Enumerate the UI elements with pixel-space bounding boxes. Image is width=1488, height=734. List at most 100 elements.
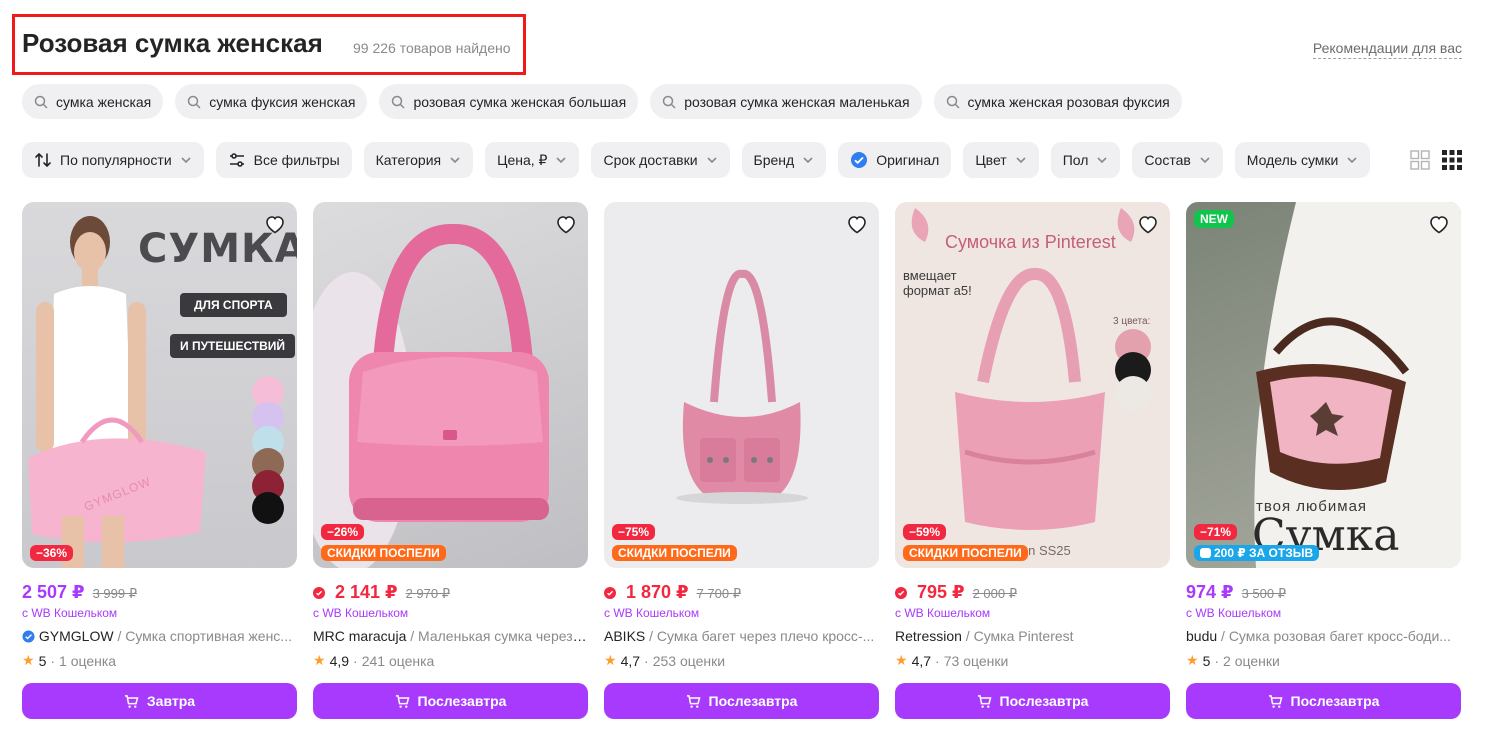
- cart-icon: [124, 694, 139, 708]
- wallet-note: с WB Кошельком: [895, 606, 991, 620]
- product-title: / Сумка спортивная женс...: [113, 628, 292, 644]
- brand-filter[interactable]: Бренд: [741, 142, 827, 178]
- promo-badge: СКИДКИ ПОСПЕЛИ: [903, 545, 1028, 561]
- all-filters-label: Все фильтры: [253, 152, 340, 168]
- product-card[interactable]: −75% СКИДКИ ПОСПЕЛИ 1 870 ₽ 7 700 ₽ с WB…: [604, 202, 879, 719]
- bag-model-filter[interactable]: Модель сумки: [1234, 142, 1371, 178]
- delivery-label: Послезавтра: [999, 693, 1089, 709]
- product-photo: [676, 269, 808, 504]
- filter-label: Оригинал: [876, 152, 940, 168]
- image-note: 3 цвета:: [1113, 316, 1151, 327]
- price-row: 974 ₽ 3 500 ₽: [1186, 582, 1461, 604]
- discount-badge: −36%: [30, 545, 74, 561]
- add-to-cart-button[interactable]: Послезавтра: [895, 683, 1170, 719]
- star-icon: ★: [313, 652, 326, 668]
- heart-icon[interactable]: [263, 212, 287, 236]
- separator-dot: ·: [935, 652, 940, 669]
- delivery-filter[interactable]: Срок доставки: [591, 142, 730, 178]
- filter-label: Пол: [1062, 152, 1089, 168]
- price-row: 2 141 ₽ 2 970 ₽: [313, 582, 588, 604]
- old-price: 7 700 ₽: [696, 586, 741, 601]
- separator-dot: ·: [353, 652, 358, 669]
- heart-icon[interactable]: [1136, 212, 1160, 236]
- sort-icon: [35, 153, 51, 167]
- product-name[interactable]: ABIKS / Сумка багет через плечо кросс-..…: [604, 628, 879, 644]
- wallet-note: с WB Кошельком: [313, 606, 409, 620]
- verified-badge-icon: [22, 630, 35, 643]
- product-card[interactable]: твоя любимая Сумка NEW −71% 200 ₽ ЗА ОТЗ…: [1186, 202, 1461, 719]
- search-icon: [188, 95, 201, 109]
- product-title: / Сумка Pinterest: [961, 628, 1074, 644]
- heart-icon[interactable]: [554, 212, 578, 236]
- sort-dropdown[interactable]: По популярности: [22, 142, 204, 178]
- delivery-label: Завтра: [146, 693, 196, 709]
- results-count: 99 226 товаров найдено: [353, 40, 511, 56]
- product-name[interactable]: MRC maracuja / Маленькая сумка через ...: [313, 628, 588, 644]
- composition-filter[interactable]: Состав: [1132, 142, 1223, 178]
- rating-value: 4,7: [620, 652, 641, 669]
- product-image[interactable]: СУМКА ДЛЯ СПОРТА И ПУТЕШЕСТВИЙ GYMGLOW −…: [22, 202, 297, 568]
- grid-small-icon[interactable]: [1442, 150, 1462, 170]
- product-photo: [895, 202, 1170, 568]
- filter-label: Срок доставки: [603, 152, 698, 168]
- wallet-badge-icon: [313, 587, 325, 599]
- suggestion-chip[interactable]: сумка фуксия женская: [175, 84, 368, 119]
- brand-name: GYMGLOW: [38, 628, 114, 644]
- suggestion-chip[interactable]: сумка женская: [22, 84, 164, 119]
- add-to-cart-button[interactable]: Послезавтра: [604, 683, 879, 719]
- rating: ★ 4,7 · 253 оценки: [604, 652, 879, 669]
- rating: ★ 4,9 · 241 оценка: [313, 652, 588, 669]
- color-filter[interactable]: Цвет: [963, 142, 1039, 178]
- product-image[interactable]: −26% СКИДКИ ПОСПЕЛИ: [313, 202, 588, 568]
- suggestion-chip[interactable]: розовая сумка женская маленькая: [650, 84, 922, 119]
- product-image[interactable]: −75% СКИДКИ ПОСПЕЛИ: [604, 202, 879, 568]
- suggestion-chip[interactable]: розовая сумка женская большая: [379, 84, 639, 119]
- category-filter[interactable]: Категория: [363, 142, 474, 178]
- product-card[interactable]: СУМКА ДЛЯ СПОРТА И ПУТЕШЕСТВИЙ GYMGLOW −…: [22, 202, 297, 719]
- brand-name: budu: [1186, 628, 1218, 644]
- heart-icon[interactable]: [1427, 212, 1451, 236]
- suggestion-label: сумка женская: [56, 93, 152, 110]
- product-name[interactable]: GYMGLOW / Сумка спортивная женс...: [22, 628, 297, 644]
- rating: ★ 5 · 1 оценка: [22, 652, 297, 669]
- add-to-cart-button[interactable]: Завтра: [22, 683, 297, 719]
- grid-large-icon[interactable]: [1410, 150, 1430, 170]
- price-filter[interactable]: Цена, ₽: [485, 142, 580, 178]
- product-name[interactable]: budu / Сумка розовая багет кросс-боди...: [1186, 628, 1461, 644]
- suggestion-chip[interactable]: сумка женская розовая фуксия: [933, 84, 1182, 119]
- sort-label: По популярности: [60, 152, 172, 168]
- wallet-note: с WB Кошельком: [604, 606, 700, 620]
- gender-filter[interactable]: Пол: [1050, 142, 1121, 178]
- add-to-cart-button[interactable]: Послезавтра: [313, 683, 588, 719]
- add-to-cart-button[interactable]: Послезавтра: [1186, 683, 1461, 719]
- product-title: / Сумка багет через плечо кросс-...: [645, 628, 875, 644]
- discount-badge: −71%: [1194, 524, 1238, 540]
- product-name[interactable]: Retression / Сумка Pinterest: [895, 628, 1170, 644]
- new-badge: NEW: [1194, 210, 1234, 228]
- rating: ★ 5 · 2 оценки: [1186, 652, 1461, 669]
- sliders-icon: [229, 153, 244, 167]
- all-filters-button[interactable]: Все фильтры: [215, 142, 352, 178]
- chevron-down-icon: [1347, 157, 1357, 164]
- chevron-down-icon: [706, 157, 717, 164]
- product-image[interactable]: твоя любимая Сумка NEW −71% 200 ₽ ЗА ОТЗ…: [1186, 202, 1461, 568]
- chevron-down-icon: [803, 157, 813, 164]
- old-price: 3 999 ₽: [92, 586, 137, 601]
- separator-dot: ·: [644, 652, 649, 669]
- heart-icon[interactable]: [845, 212, 869, 236]
- recommendations-link[interactable]: Рекомендации для вас: [1312, 40, 1462, 59]
- separator-dot: ·: [1214, 652, 1220, 669]
- original-filter[interactable]: Оригинал: [838, 142, 952, 178]
- price: 2 141 ₽: [335, 582, 398, 602]
- product-card[interactable]: Сумочка из Pinterest вмещает формат а5! …: [895, 202, 1170, 719]
- search-icon: [34, 95, 48, 109]
- product-image[interactable]: Сумочка из Pinterest вмещает формат а5! …: [895, 202, 1170, 568]
- product-card[interactable]: −26% СКИДКИ ПОСПЕЛИ 2 141 ₽ 2 970 ₽ с WB…: [313, 202, 588, 719]
- verified-badge-icon: [851, 152, 868, 168]
- price: 795 ₽: [917, 582, 965, 602]
- old-price: 2 000 ₽: [972, 586, 1017, 601]
- price: 974 ₽: [1186, 582, 1234, 602]
- rating-value: 5: [38, 652, 47, 669]
- cart-icon: [395, 694, 410, 708]
- filter-label: Модель сумки: [1246, 152, 1339, 168]
